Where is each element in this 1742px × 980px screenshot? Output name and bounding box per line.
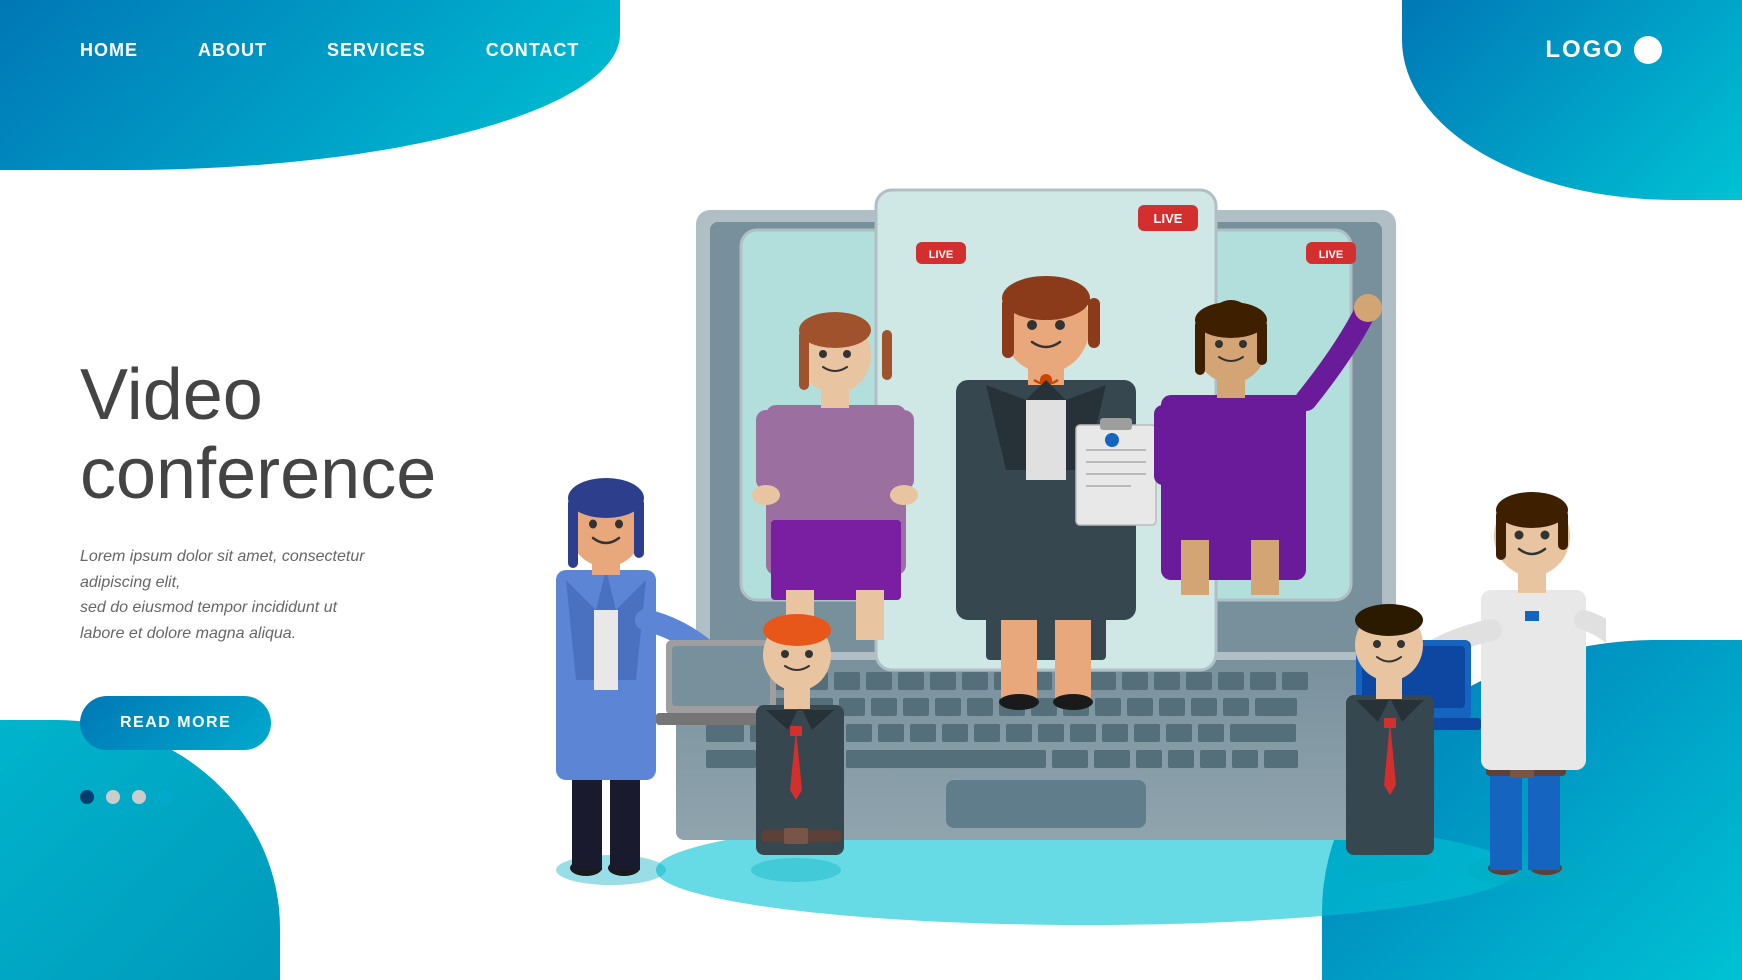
dot-1[interactable] — [80, 790, 94, 804]
main-content: Video conference Lorem ipsum dolor sit a… — [0, 120, 1742, 980]
svg-text:LIVE: LIVE — [929, 249, 953, 261]
read-more-button[interactable]: READ MORE — [80, 696, 271, 750]
hero-title-line1: Video — [80, 355, 263, 435]
nav-item-contact[interactable]: CONTACT — [486, 40, 580, 61]
nav-link-services[interactable]: SERVICES — [327, 40, 426, 60]
logo: LOGO — [1545, 36, 1662, 64]
nav-item-services[interactable]: SERVICES — [327, 40, 426, 61]
nav-item-about[interactable]: ABOUT — [198, 40, 267, 61]
pagination-dots — [80, 790, 500, 804]
illustration-svg: LIVE LIVE LIVE — [556, 150, 1606, 950]
navigation: HOME ABOUT SERVICES CONTACT LOGO — [0, 0, 1742, 100]
hero-description: Lorem ipsum dolor sit amet, consectetur … — [80, 544, 420, 646]
hero-title: Video conference — [80, 356, 500, 514]
svg-text:LIVE: LIVE — [1154, 211, 1183, 226]
nav-item-home[interactable]: HOME — [80, 40, 138, 61]
dot-3[interactable] — [132, 790, 146, 804]
hero-title-line2: conference — [80, 434, 436, 514]
right-section: LIVE LIVE LIVE — [500, 150, 1662, 950]
dot-2[interactable] — [106, 790, 120, 804]
nav-links: HOME ABOUT SERVICES CONTACT — [80, 40, 579, 61]
logo-text: LOGO — [1545, 36, 1624, 64]
svg-text:LIVE: LIVE — [1319, 249, 1343, 261]
nav-link-home[interactable]: HOME — [80, 40, 138, 60]
dot-4[interactable] — [158, 790, 172, 804]
logo-dot — [1634, 36, 1662, 64]
nav-link-contact[interactable]: CONTACT — [486, 40, 580, 60]
left-section: Video conference Lorem ipsum dolor sit a… — [80, 296, 500, 805]
nav-link-about[interactable]: ABOUT — [198, 40, 267, 60]
